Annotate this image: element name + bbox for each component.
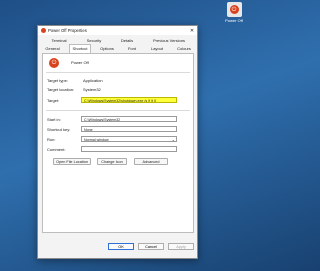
target-type-label: Target type: [47, 78, 68, 83]
divider [46, 110, 190, 111]
target-location-label: Target location: [47, 87, 75, 92]
title-bar: Power Off Properties ✕ [38, 26, 197, 35]
close-icon[interactable]: ✕ [187, 28, 197, 34]
comment-input[interactable] [81, 146, 177, 152]
shortcut-key-input[interactable]: None [81, 126, 177, 132]
tab-layout[interactable]: Layout [149, 45, 165, 53]
tab-strip: Terminal Security Details Previous Versi… [38, 35, 197, 53]
desktop-icon-label: Power Off [225, 18, 243, 23]
shortcut-key-label: Shortcut key: [47, 127, 71, 132]
target-label: Target: [47, 98, 60, 103]
power-off-icon: ⏻ [226, 2, 242, 17]
tab-terminal[interactable]: Terminal [50, 37, 68, 45]
dialog-title: Power Off Properties [48, 28, 87, 33]
cancel-button[interactable]: Cancel [138, 243, 164, 250]
chevron-down-icon: ⌄ [171, 137, 175, 142]
run-select[interactable]: Normal window ⌄ [81, 136, 177, 142]
shortcut-panel: ⏻ Power Off Target type: Application Tar… [42, 53, 194, 233]
change-icon-button[interactable]: Change Icon [97, 158, 127, 165]
target-type-value: Application [83, 78, 103, 83]
shortcut-name: Power Off [71, 60, 89, 65]
target-input[interactable]: C:\Windows\System32\shutdown.exe /s /f /… [81, 97, 177, 103]
tab-font[interactable]: Font [127, 45, 137, 53]
run-label: Run: [47, 137, 56, 142]
tab-shortcut[interactable]: Shortcut [69, 44, 91, 53]
app-icon [41, 28, 46, 33]
comment-label: Comment: [47, 147, 66, 152]
tab-details[interactable]: Details [118, 37, 136, 45]
ok-button[interactable]: OK [108, 243, 134, 250]
run-select-value: Normal window [84, 138, 109, 142]
start-in-input[interactable]: C:\Windows\System32 [81, 116, 177, 122]
apply-button[interactable]: Apply [168, 243, 194, 250]
shortcut-icon: ⏻ [49, 58, 59, 68]
tab-general[interactable]: General [44, 45, 61, 53]
divider [46, 72, 190, 73]
tab-colours[interactable]: Colours [174, 45, 194, 53]
target-location-value: System32 [83, 87, 101, 92]
open-file-location-button[interactable]: Open File Location [53, 158, 91, 165]
advanced-button[interactable]: Advanced [134, 158, 168, 165]
tab-previous-versions[interactable]: Previous Versions [151, 37, 187, 45]
tab-options[interactable]: Options [98, 45, 116, 53]
start-in-label: Start in: [47, 117, 61, 122]
desktop-shortcut-power-off[interactable]: ⏻ Power Off [221, 2, 247, 23]
properties-dialog: Power Off Properties ✕ Terminal Security… [37, 25, 198, 259]
